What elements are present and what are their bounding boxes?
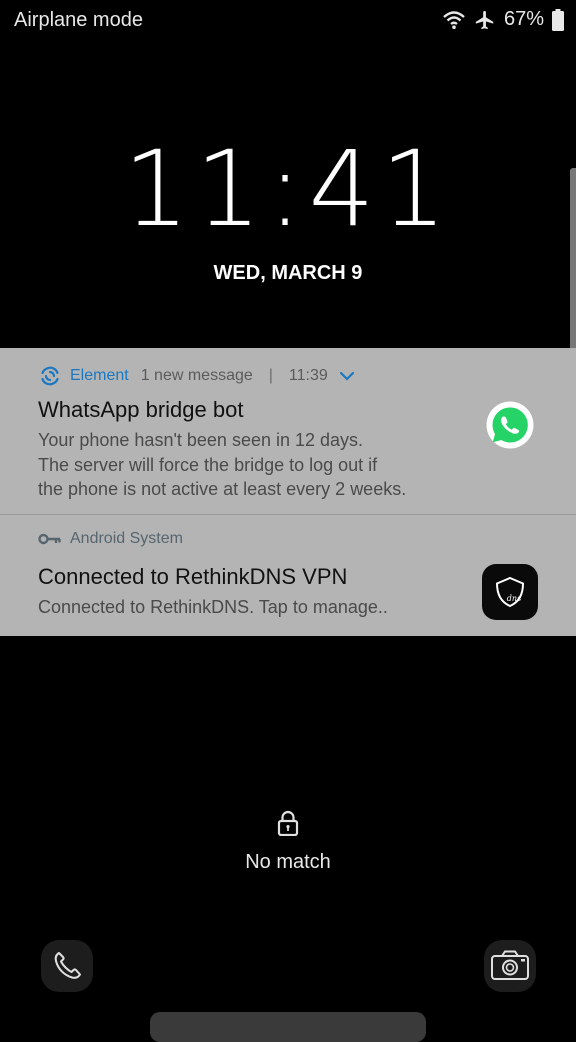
wifi-icon [443, 10, 465, 29]
lock-icon [277, 810, 299, 836]
battery-icon [552, 8, 564, 31]
phone-shortcut-button[interactable] [41, 940, 93, 992]
element-app-icon [41, 366, 59, 386]
notification-body-line: Connected to RethinkDNS. Tap to manage.. [38, 597, 388, 617]
camera-icon [491, 950, 529, 980]
header-separator: | [268, 367, 273, 384]
notification-android-system[interactable]: Android System Connected to RethinkDNS V… [0, 515, 576, 636]
battery-percent: 67% [503, 8, 544, 30]
phone-icon [54, 952, 81, 979]
airplane-mode-label: Airplane mode [14, 9, 143, 31]
rethinkdns-icon: dns [482, 564, 538, 620]
notification-title: Connected to RethinkDNS VPN [38, 564, 348, 589]
key-icon [38, 533, 61, 545]
home-button-bar[interactable] [150, 1012, 426, 1042]
camera-shortcut-button[interactable] [484, 940, 536, 992]
notification-app-name: Android System [70, 530, 183, 547]
status-bar: Airplane mode 67% [0, 0, 576, 40]
notification-time: 11:39 [288, 367, 328, 384]
notification-body-line: the phone is not active at least every 2… [38, 479, 407, 499]
lockscreen-date: WED, MARCH 9 [213, 262, 363, 284]
notification-element[interactable]: Element 1 new message | 11:39 WhatsApp b… [0, 348, 576, 514]
notification-summary: 1 new message [140, 367, 253, 384]
chevron-down-icon[interactable] [336, 368, 358, 384]
notification-header: Element 1 new message | 11:39 [38, 364, 358, 388]
notification-app-name: Element [70, 367, 129, 384]
notification-header: Android System [38, 530, 195, 548]
rethinkdns-icon-text: dns [507, 594, 521, 603]
status-icons: 67% [442, 8, 564, 31]
notification-body-line: The server will force the bridge to log … [38, 454, 378, 475]
whatsapp-icon [486, 401, 534, 449]
notification-body-line: Your phone hasn't been seen in 12 days. [38, 430, 364, 450]
edge-panel-handle[interactable] [570, 168, 576, 356]
airplane-icon [475, 10, 494, 29]
lockscreen-clock: 11:41 [123, 128, 453, 250]
notification-title: WhatsApp bridge bot [38, 397, 244, 422]
unlock-status-message: No match [245, 851, 331, 873]
